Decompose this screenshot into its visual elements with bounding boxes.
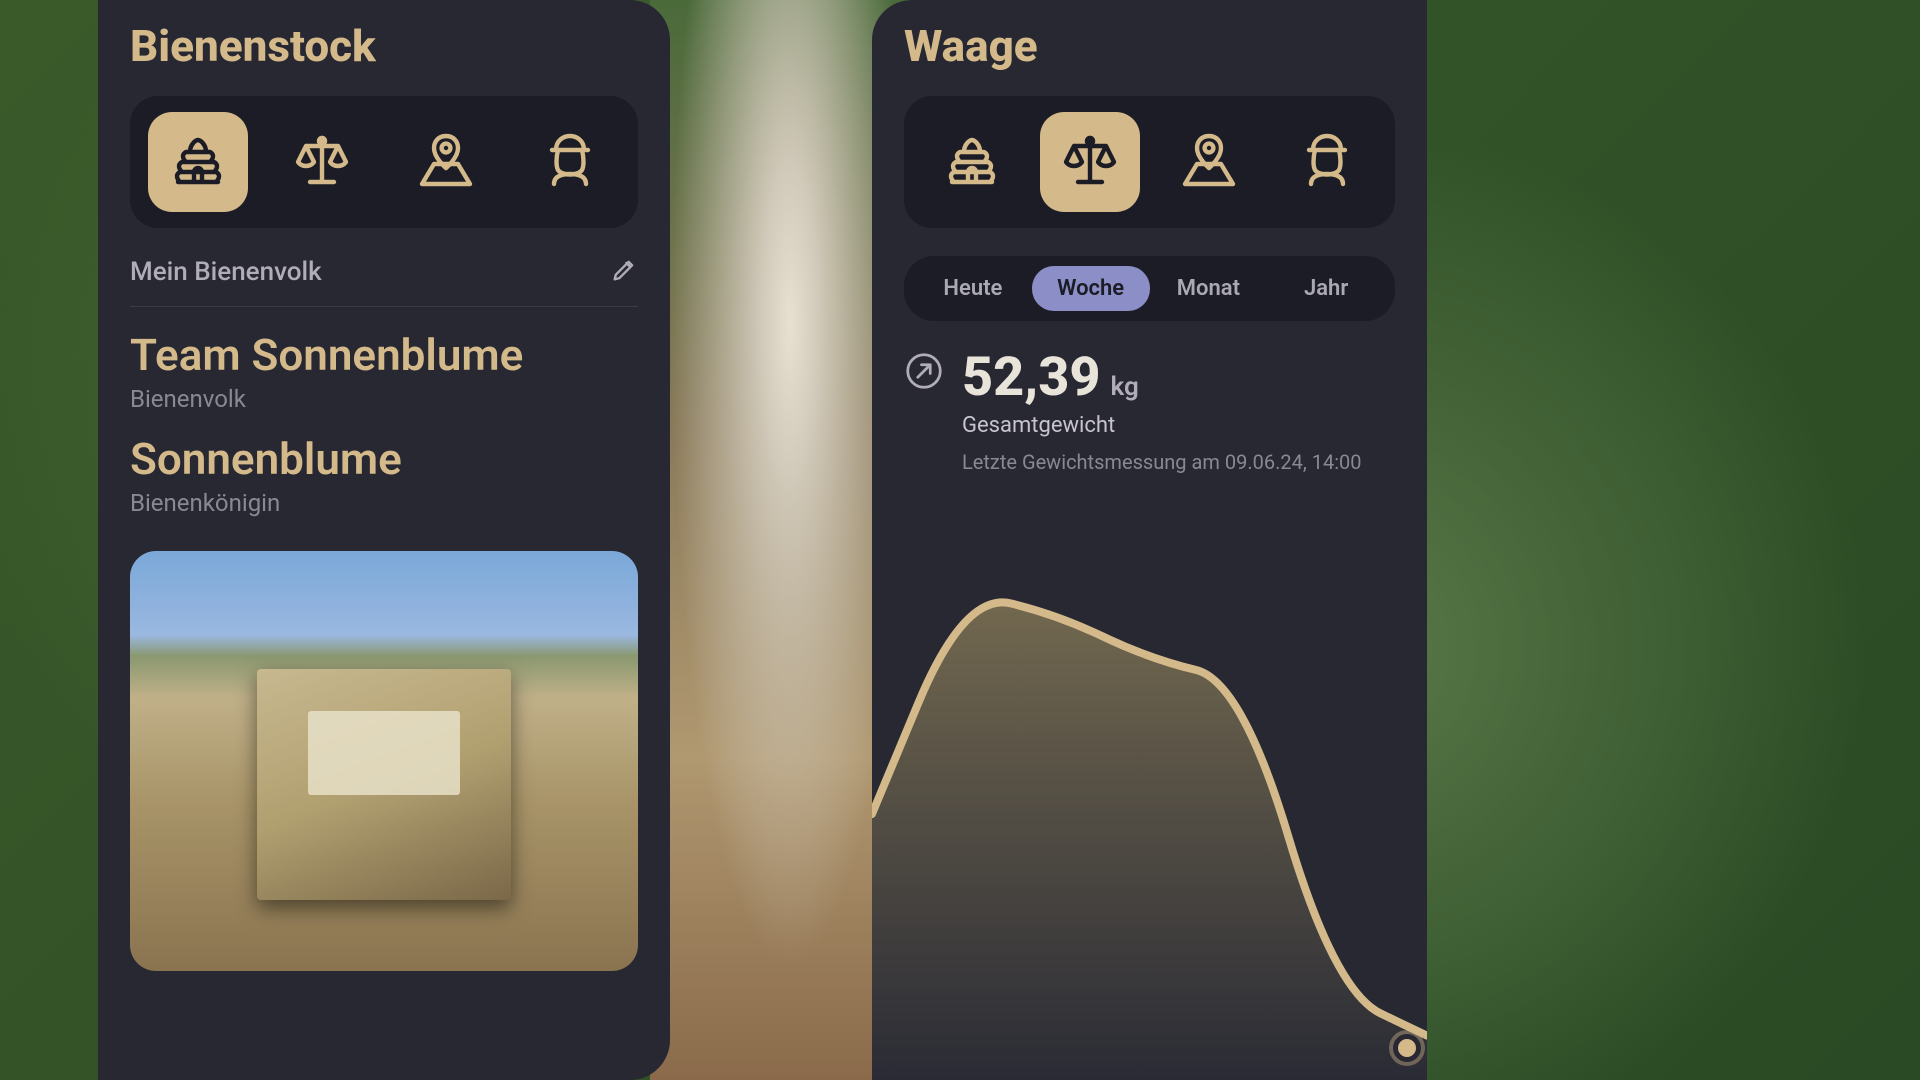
- beekeeper-icon: [538, 128, 602, 196]
- queen-name: Sonnenblume: [130, 433, 638, 485]
- edit-button[interactable]: [610, 256, 638, 288]
- colony-header-row: Mein Bienenvolk: [130, 256, 638, 307]
- segment-monat[interactable]: Monat: [1150, 266, 1268, 311]
- tab-bar: [904, 96, 1395, 228]
- location-icon: [414, 128, 478, 196]
- tab-scale[interactable]: [272, 112, 372, 212]
- time-range-segmented: Heute Woche Monat Jahr: [904, 256, 1395, 321]
- weight-value-block: 52,39kg: [962, 351, 1139, 405]
- scale-icon: [290, 128, 354, 196]
- tab-hive[interactable]: [922, 112, 1022, 212]
- team-name: Team Sonnenblume: [130, 329, 638, 381]
- beekeeper-icon: [1295, 128, 1359, 196]
- hive-photo: [130, 551, 638, 971]
- tab-location[interactable]: [1159, 112, 1259, 212]
- segment-heute[interactable]: Heute: [914, 266, 1032, 311]
- tab-bar: [130, 96, 638, 228]
- hive-icon: [166, 128, 230, 196]
- weight-unit: kg: [1110, 372, 1138, 402]
- panel-title: Waage: [904, 20, 1395, 72]
- tab-scale[interactable]: [1040, 112, 1140, 212]
- tab-beekeeper[interactable]: [520, 112, 620, 212]
- chart-end-marker: [1393, 1034, 1421, 1062]
- weight-row: 52,39kg: [904, 351, 1395, 405]
- tab-beekeeper[interactable]: [1277, 112, 1377, 212]
- last-measurement: Letzte Gewichtsmessung am 09.06.24, 14:0…: [962, 450, 1395, 474]
- scale-icon: [1058, 128, 1122, 196]
- colony-row-label: Mein Bienenvolk: [130, 257, 322, 287]
- tab-hive[interactable]: [148, 112, 248, 212]
- segment-woche[interactable]: Woche: [1032, 266, 1150, 311]
- trend-up-icon: [904, 351, 944, 395]
- tab-location[interactable]: [396, 112, 496, 212]
- panel-waage: Waage Heute Woche Monat Jahr: [872, 0, 1427, 1080]
- panel-bienenstock: Bienenstock Mein Bienenvolk: [98, 0, 670, 1080]
- weight-chart: [872, 520, 1427, 1080]
- queen-sublabel: Bienenkönigin: [130, 489, 638, 517]
- location-icon: [1177, 128, 1241, 196]
- panel-title: Bienenstock: [130, 20, 638, 72]
- segment-jahr[interactable]: Jahr: [1267, 266, 1385, 311]
- weight-value: 52,39: [962, 346, 1100, 409]
- hive-icon: [940, 128, 1004, 196]
- weight-caption: Gesamtgewicht: [962, 413, 1395, 438]
- team-sublabel: Bienenvolk: [130, 385, 638, 413]
- pencil-icon: [610, 269, 638, 288]
